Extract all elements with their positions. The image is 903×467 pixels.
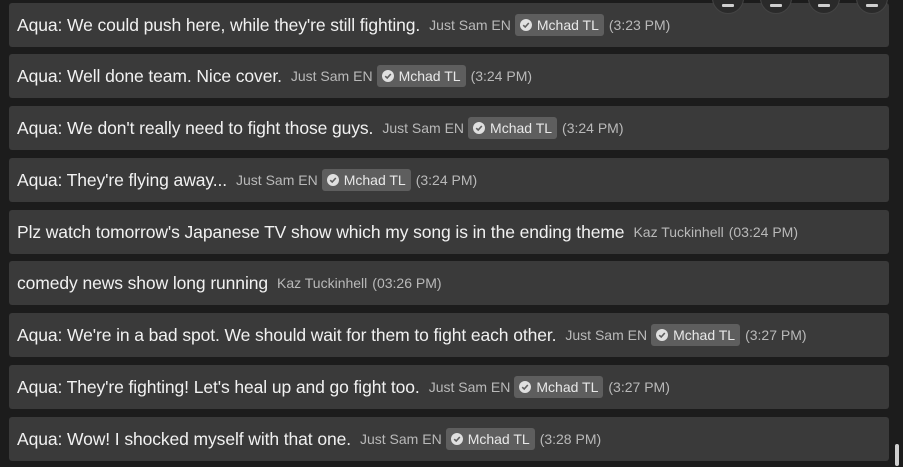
- message-author[interactable]: Just Sam EN: [291, 68, 373, 84]
- message-author[interactable]: Just Sam EN: [382, 120, 464, 136]
- message-text: Aqua: They're fighting! Let's heal up an…: [17, 376, 420, 397]
- badge-label: Mchad TL: [398, 68, 461, 84]
- chat-message: Aqua: Wow! I shocked myself with that on…: [9, 417, 889, 461]
- verified-check-icon: [473, 122, 486, 134]
- message-time: (3:27 PM): [608, 379, 670, 395]
- badge-label: Mchad TL: [673, 327, 736, 343]
- verified-check-icon: [656, 329, 669, 341]
- message-time: (3:23 PM): [608, 17, 671, 33]
- message-time: (3:24 PM): [562, 120, 624, 136]
- translator-badge: Mchad TL: [514, 376, 604, 398]
- chat-message: Aqua: They're flying away... Just Sam EN…: [9, 158, 889, 202]
- message-text: Plz watch tomorrow's Japanese TV show wh…: [17, 221, 625, 242]
- message-text: Aqua: Well done team. Nice cover.: [17, 65, 282, 86]
- message-text: Aqua: We don't really need to fight thos…: [17, 117, 374, 138]
- chat-message: comedy news show long running Kaz Tuckin…: [9, 261, 889, 305]
- verified-check-icon: [519, 381, 532, 393]
- chat-message: Aqua: We don't really need to fight thos…: [9, 106, 889, 150]
- badge-label: Mchad TL: [490, 120, 553, 136]
- message-text: comedy news show long running: [17, 272, 268, 293]
- message-author[interactable]: Kaz Tuckinhell: [633, 224, 723, 240]
- badge-label: Mchad TL: [467, 431, 530, 447]
- chat-message: Aqua: We could push here, while they're …: [9, 3, 889, 47]
- message-text: Aqua: They're flying away...: [17, 169, 228, 190]
- badge-label: Mchad TL: [343, 172, 406, 188]
- message-time: (03:26 PM): [372, 275, 442, 291]
- translator-badge: Mchad TL: [514, 14, 604, 36]
- badge-label: Mchad TL: [536, 17, 599, 33]
- message-time: (3:27 PM): [745, 327, 807, 343]
- message-text: Aqua: We're in a bad spot. We should wai…: [17, 324, 557, 345]
- message-author[interactable]: Just Sam EN: [429, 379, 511, 395]
- message-time: (3:24 PM): [415, 172, 478, 188]
- message-text: Aqua: Wow! I shocked myself with that on…: [17, 428, 351, 449]
- chat-message: Plz watch tomorrow's Japanese TV show wh…: [9, 210, 889, 254]
- message-time: (03:24 PM): [728, 224, 798, 240]
- verified-check-icon: [519, 19, 532, 31]
- chat-message: Aqua: They're fighting! Let's heal up an…: [9, 365, 889, 409]
- message-author[interactable]: Just Sam EN: [429, 17, 511, 33]
- translator-badge: Mchad TL: [651, 324, 741, 346]
- message-author[interactable]: Just Sam EN: [236, 172, 318, 188]
- translator-badge: Mchad TL: [445, 428, 535, 450]
- verified-check-icon: [381, 70, 394, 82]
- badge-label: Mchad TL: [536, 379, 599, 395]
- scrollbar-thumb[interactable]: [895, 444, 899, 466]
- message-text: Aqua: We could push here, while they're …: [17, 14, 421, 35]
- chat-message: Aqua: Well done team. Nice cover. Just S…: [9, 54, 889, 98]
- translator-badge: Mchad TL: [468, 117, 558, 139]
- verified-check-icon: [326, 174, 339, 186]
- verified-check-icon: [450, 433, 463, 445]
- message-author[interactable]: Kaz Tuckinhell: [277, 275, 367, 291]
- message-time: (3:24 PM): [470, 68, 533, 84]
- message-author[interactable]: Just Sam EN: [360, 431, 442, 447]
- translator-badge: Mchad TL: [321, 169, 411, 191]
- message-time: (3:28 PM): [539, 431, 602, 447]
- chat-scrollbar[interactable]: [891, 0, 901, 467]
- translator-badge: Mchad TL: [376, 65, 466, 87]
- message-author[interactable]: Just Sam EN: [565, 327, 647, 343]
- chat-message: Aqua: We're in a bad spot. We should wai…: [9, 313, 889, 357]
